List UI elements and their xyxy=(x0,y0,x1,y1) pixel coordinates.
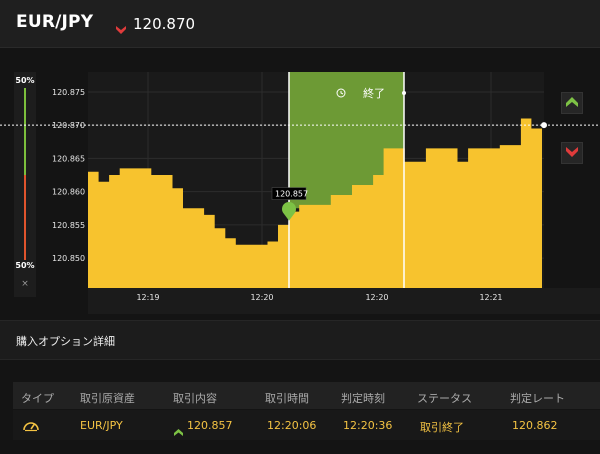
entry-label: 120.857 xyxy=(275,190,308,199)
details-section-header: 購入オプション詳細 xyxy=(0,320,600,360)
table-row[interactable]: EUR/JPY 120.857 12:20:06 12:20:36 取引終了 1… xyxy=(13,410,600,440)
current-rate: 120.870 xyxy=(133,15,196,33)
y-tick-label: 120.855 xyxy=(52,221,85,230)
price-chart: 120.875 120.870 120.865 120.860 120.855 120.8… xyxy=(0,72,600,314)
y-tick-label: 120.850 xyxy=(52,254,85,263)
gauge-icon xyxy=(22,417,40,436)
col-trade: 取引内容 xyxy=(173,392,217,405)
header-bar: EUR/JPY 120.870 xyxy=(0,0,600,48)
currency-pair-title: EUR/JPY xyxy=(16,12,94,32)
buy-down-button[interactable] xyxy=(561,142,583,164)
red-down-arrow-icon xyxy=(566,147,578,157)
row-trade-time: 12:20:06 xyxy=(267,419,317,432)
green-up-arrow-icon xyxy=(174,421,183,440)
y-tick-label: 120.875 xyxy=(52,88,85,97)
row-trade: 120.857 xyxy=(187,419,233,432)
row-judge-rate: 120.862 xyxy=(512,419,558,432)
y-tick-label: 120.870 xyxy=(52,121,85,130)
col-judge-rate: 判定レート xyxy=(510,392,565,405)
x-tick-label: 12:20 xyxy=(250,293,273,302)
trading-app: EUR/JPY 120.870 50% 50% × 120.875 120.870… xyxy=(0,0,600,454)
details-table: タイプ 取引原資産 取引内容 取引時間 判定時刻 ステータス 判定レート EUR… xyxy=(13,382,600,440)
details-title: 購入オプション詳細 xyxy=(16,335,115,348)
x-tick-label: 12:20 xyxy=(365,293,388,302)
expiry-label: 終了 xyxy=(363,86,385,100)
col-type: タイプ xyxy=(21,392,54,405)
row-judge-time: 12:20:36 xyxy=(343,419,393,432)
col-asset: 取引原資産 xyxy=(80,392,135,405)
buy-up-button[interactable] xyxy=(561,92,583,114)
y-axis-ticks: 120.875 120.870 120.865 120.860 120.855 120.8… xyxy=(52,88,85,263)
window-top-dot xyxy=(402,91,406,95)
row-asset: EUR/JPY xyxy=(80,419,123,432)
col-trade-time: 取引時間 xyxy=(265,392,309,405)
x-tick-label: 12:19 xyxy=(136,293,159,302)
table-header: タイプ 取引原資産 取引内容 取引時間 判定時刻 ステータス 判定レート xyxy=(13,382,600,409)
col-judge-time: 判定時刻 xyxy=(341,392,385,405)
chart-bottom-strip xyxy=(88,288,600,314)
x-tick-label: 12:21 xyxy=(479,293,502,302)
y-tick-label: 120.865 xyxy=(52,154,85,163)
col-status: ステータス xyxy=(417,392,472,405)
current-rate-dot xyxy=(541,122,547,129)
y-tick-label: 120.860 xyxy=(52,188,85,197)
green-up-arrow-icon xyxy=(566,97,578,107)
red-down-arrow-icon xyxy=(116,19,126,38)
row-status: 取引終了 xyxy=(420,421,464,434)
